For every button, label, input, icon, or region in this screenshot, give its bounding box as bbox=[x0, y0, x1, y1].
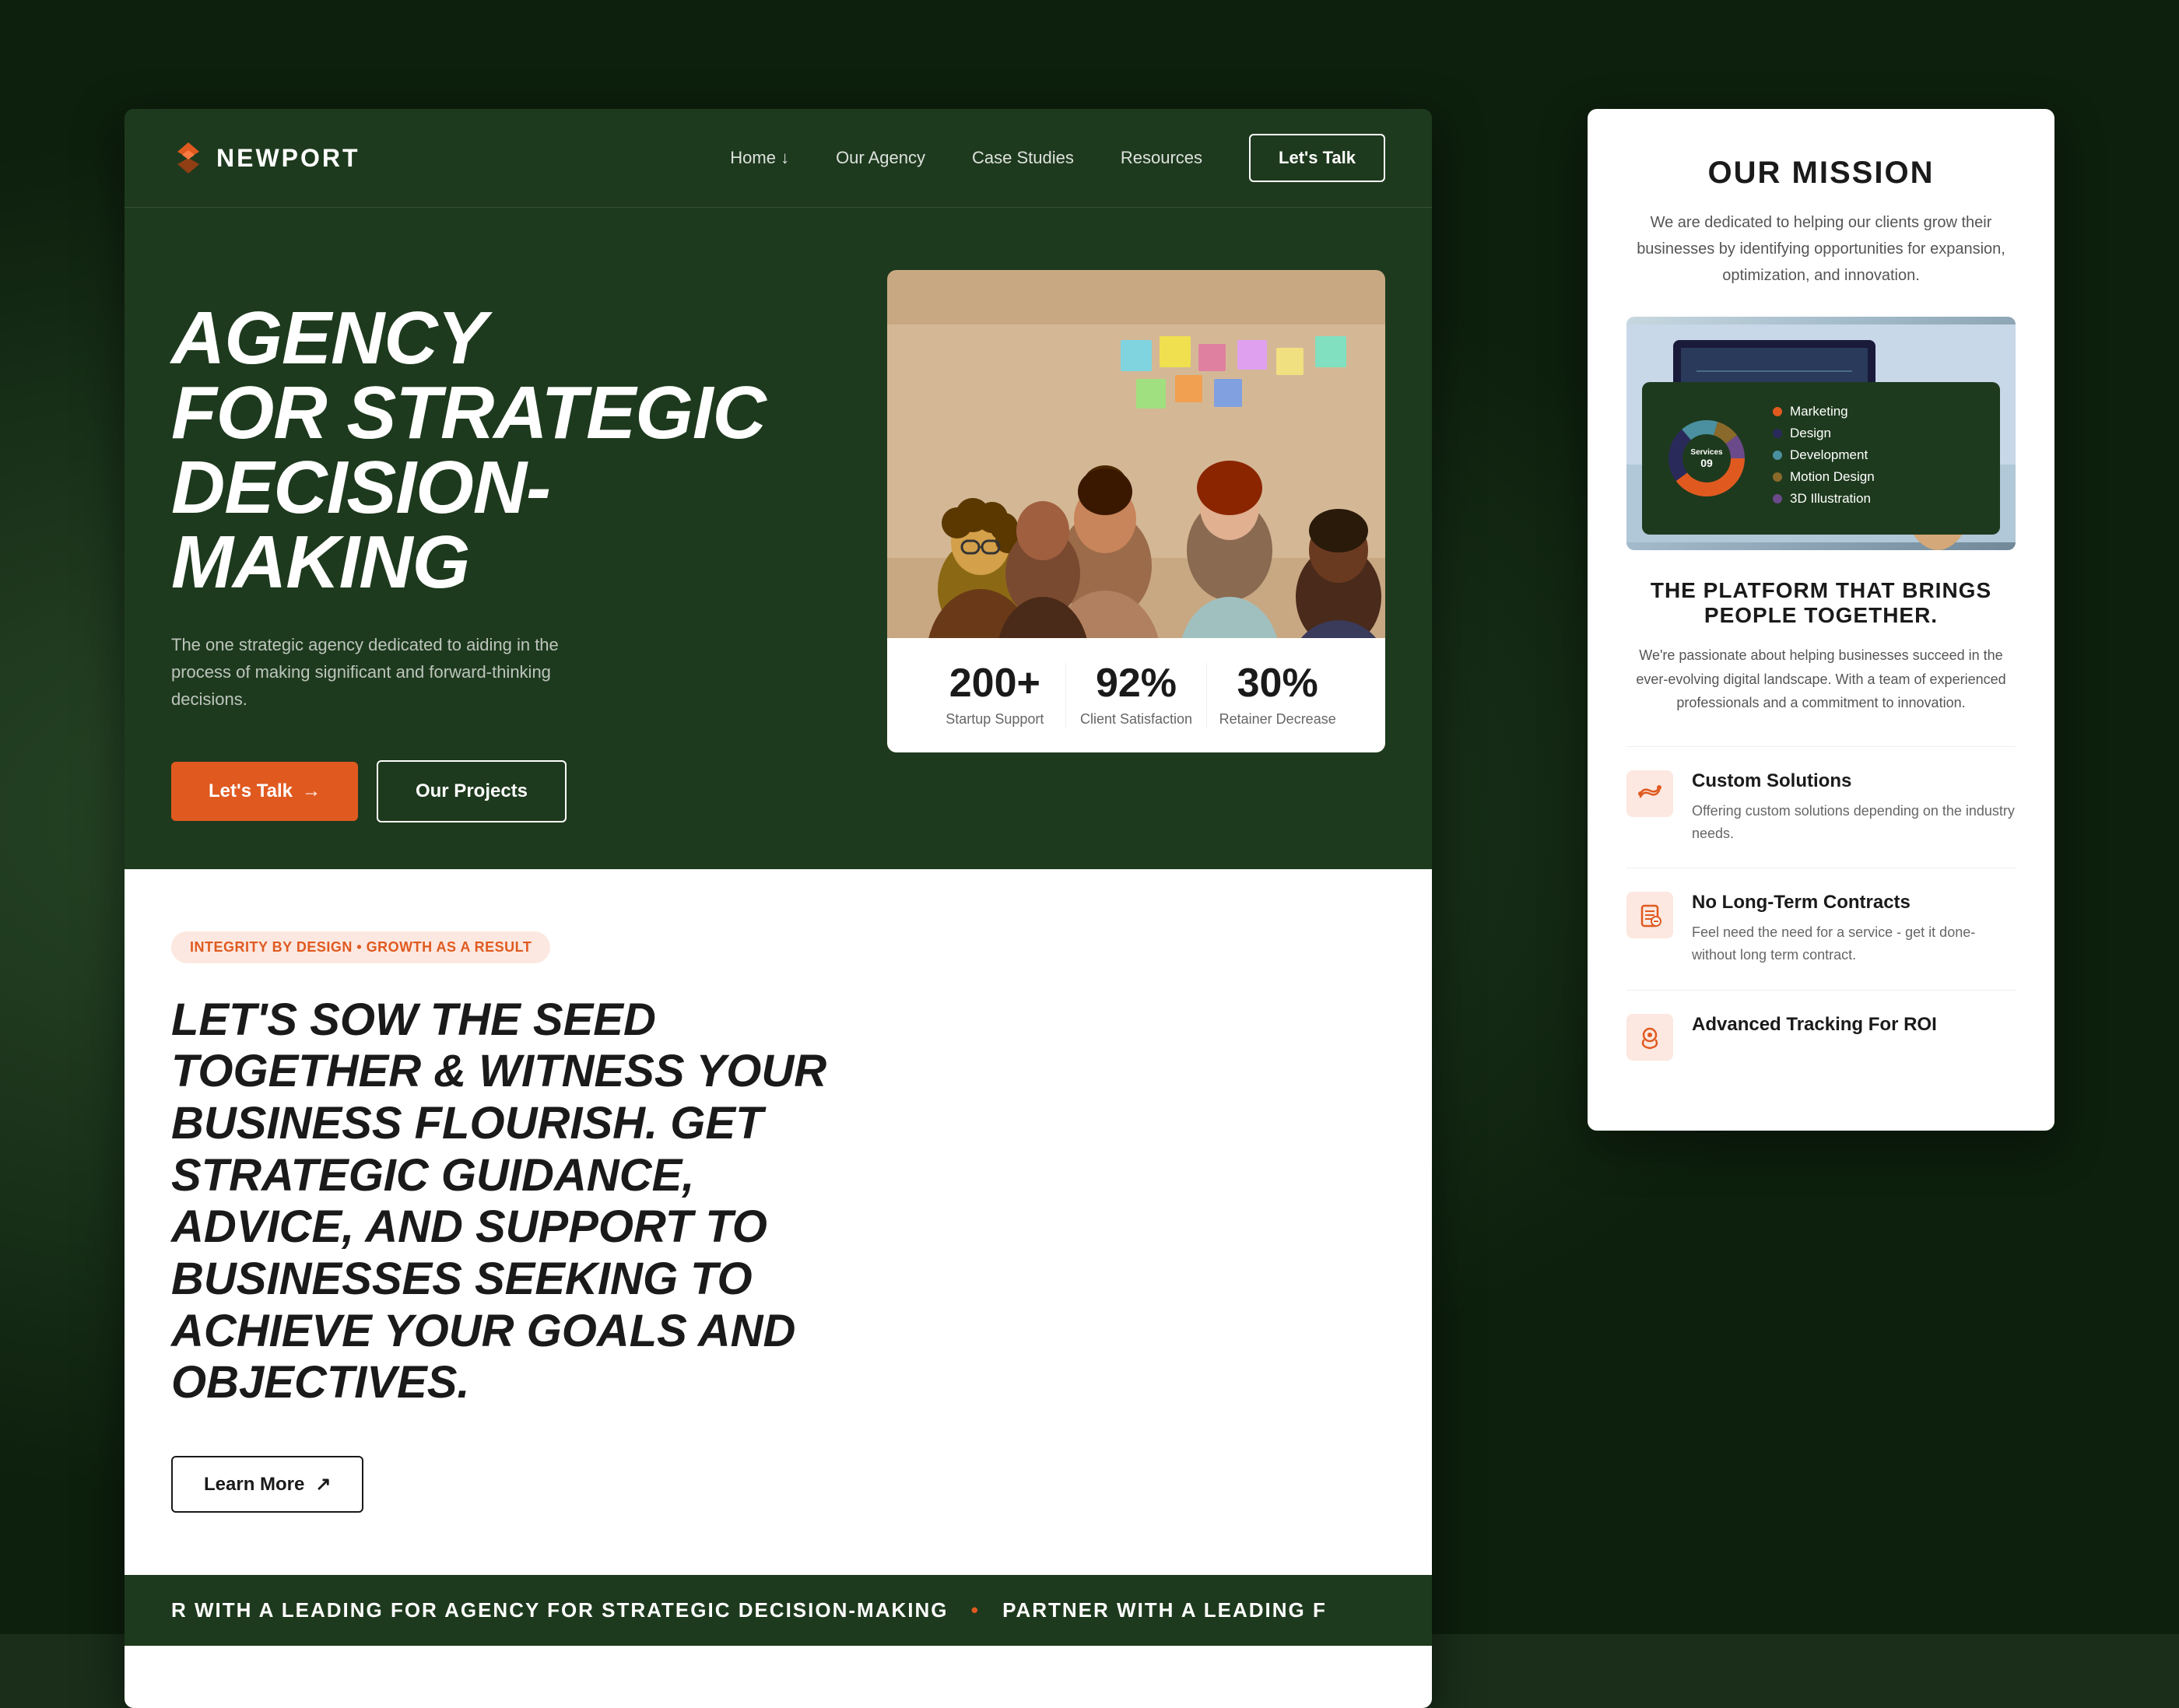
custom-solutions-title: Custom Solutions bbox=[1692, 770, 2016, 792]
stat-startup-label: Startup Support bbox=[925, 711, 1065, 728]
marketing-label: Marketing bbox=[1790, 404, 1848, 419]
legend-design: Design bbox=[1773, 426, 1978, 441]
advanced-tracking-icon bbox=[1626, 1014, 1673, 1061]
nav-resources[interactable]: Resources bbox=[1121, 148, 1202, 168]
motion-label: Motion Design bbox=[1790, 469, 1875, 485]
advanced-tracking-content: Advanced Tracking For ROI bbox=[1692, 1014, 1937, 1043]
mission-title: OUR MISSION bbox=[1626, 156, 2016, 191]
custom-solutions-desc: Offering custom solutions depending on t… bbox=[1692, 800, 2016, 845]
legend-motion: Motion Design bbox=[1773, 469, 1978, 485]
logo-text: NEWPORT bbox=[216, 144, 360, 173]
arrow-icon: → bbox=[302, 780, 321, 802]
development-dot bbox=[1773, 451, 1782, 460]
nav-home[interactable]: Home ↓ bbox=[730, 148, 789, 168]
feature-advanced-tracking: Advanced Tracking For ROI bbox=[1626, 990, 2016, 1084]
3d-dot bbox=[1773, 494, 1782, 503]
feature-no-contracts: No Long-Term Contracts Feel need the nee… bbox=[1626, 868, 2016, 990]
legend-development: Development bbox=[1773, 447, 1978, 463]
hero-image: 200+ Startup Support 92% Client Satisfac… bbox=[887, 270, 1385, 752]
stat-satisfaction: 92% Client Satisfaction bbox=[1065, 663, 1207, 728]
svg-text:09: 09 bbox=[1700, 457, 1713, 469]
design-dot bbox=[1773, 429, 1782, 438]
tag-badge: INTEGRITY BY DESIGN • GROWTH AS A RESULT bbox=[171, 931, 550, 963]
feature-custom-solutions: Custom Solutions Offering custom solutio… bbox=[1626, 746, 2016, 868]
stat-startup-number: 200+ bbox=[925, 663, 1065, 703]
website-panel: NEWPORT Home ↓ Our Agency Case Studies R… bbox=[125, 109, 1432, 1708]
motion-dot bbox=[1773, 472, 1782, 482]
no-contracts-title: No Long-Term Contracts bbox=[1692, 892, 2016, 914]
donut-chart: Services 09 bbox=[1664, 416, 1749, 501]
development-label: Development bbox=[1790, 447, 1868, 463]
nav-links: Home ↓ Our Agency Case Studies Resources… bbox=[730, 134, 1385, 182]
website-panel-container: NEWPORT Home ↓ Our Agency Case Studies R… bbox=[125, 109, 1432, 1708]
hero-left: AGENCY FOR STRATEGIC DECISION-MAKING The… bbox=[171, 270, 840, 822]
hero-section: AGENCY FOR STRATEGIC DECISION-MAKING The… bbox=[125, 208, 1432, 869]
hero-cta-button[interactable]: Let's Talk → bbox=[171, 762, 358, 821]
nav-agency[interactable]: Our Agency bbox=[836, 148, 925, 168]
stat-retainer: 30% Retainer Decrease bbox=[1206, 663, 1348, 728]
chart-overlay: Services 09 Marketing Design Development bbox=[1642, 382, 2000, 535]
no-contracts-icon bbox=[1626, 892, 1673, 938]
logo-icon bbox=[171, 141, 205, 175]
white-section: INTEGRITY BY DESIGN • GROWTH AS A RESULT… bbox=[125, 869, 1432, 1576]
advanced-tracking-title: Advanced Tracking For ROI bbox=[1692, 1014, 1937, 1036]
design-label: Design bbox=[1790, 426, 1831, 441]
mission-description: We are dedicated to helping our clients … bbox=[1626, 209, 2016, 289]
hero-title: AGENCY FOR STRATEGIC DECISION-MAKING bbox=[171, 301, 840, 600]
no-contracts-content: No Long-Term Contracts Feel need the nee… bbox=[1692, 892, 2016, 966]
stat-startup: 200+ Startup Support bbox=[925, 663, 1065, 728]
bottom-partial-section bbox=[125, 1646, 1432, 1708]
navbar: NEWPORT Home ↓ Our Agency Case Studies R… bbox=[125, 109, 1432, 208]
arrow-diagonal-icon: ↗ bbox=[315, 1473, 331, 1496]
custom-solutions-content: Custom Solutions Offering custom solutio… bbox=[1692, 770, 2016, 845]
stat-satisfaction-number: 92% bbox=[1066, 663, 1207, 703]
no-contracts-desc: Feel need the need for a service - get i… bbox=[1692, 921, 2016, 966]
nav-case-studies[interactable]: Case Studies bbox=[972, 148, 1074, 168]
chart-legend: Marketing Design Development Motion Desi… bbox=[1773, 404, 1978, 513]
hero-subtitle: The one strategic agency dedicated to ai… bbox=[171, 631, 576, 714]
3d-label: 3D Illustration bbox=[1790, 491, 1871, 507]
platform-title: THE PLATFORM THAT BRINGS PEOPLE TOGETHER… bbox=[1626, 578, 2016, 628]
legend-marketing: Marketing bbox=[1773, 404, 1978, 419]
mission-panel: OUR MISSION We are dedicated to helping … bbox=[1588, 109, 2054, 1131]
stats-overlay: 200+ Startup Support 92% Client Satisfac… bbox=[887, 638, 1385, 752]
platform-description: We're passionate about helping businesse… bbox=[1626, 644, 2016, 715]
svg-text:Services: Services bbox=[1690, 448, 1723, 457]
ticker-dot: • bbox=[971, 1598, 980, 1622]
hero-projects-button[interactable]: Our Projects bbox=[377, 760, 567, 822]
nav-cta-button[interactable]: Let's Talk bbox=[1249, 134, 1385, 182]
ticker-bar: R WITH A LEADING FOR AGENCY FOR STRATEGI… bbox=[125, 1575, 1432, 1646]
marketing-dot bbox=[1773, 407, 1782, 416]
stat-retainer-number: 30% bbox=[1207, 663, 1348, 703]
legend-3d: 3D Illustration bbox=[1773, 491, 1978, 507]
stat-satisfaction-label: Client Satisfaction bbox=[1066, 711, 1207, 728]
logo-area: NEWPORT bbox=[171, 141, 360, 175]
learn-more-button[interactable]: Learn More ↗ bbox=[171, 1456, 363, 1513]
main-heading: LET'S SOW THE SEED TOGETHER & WITNESS YO… bbox=[171, 994, 872, 1410]
mission-image: Services 09 Marketing Design Development bbox=[1626, 317, 2016, 550]
hero-buttons: Let's Talk → Our Projects bbox=[171, 760, 840, 822]
stat-retainer-label: Retainer Decrease bbox=[1207, 711, 1348, 728]
hero-right: 200+ Startup Support 92% Client Satisfac… bbox=[887, 270, 1385, 752]
custom-solutions-icon bbox=[1626, 770, 1673, 817]
ticker-text: R WITH A LEADING FOR AGENCY FOR STRATEGI… bbox=[171, 1598, 1327, 1622]
